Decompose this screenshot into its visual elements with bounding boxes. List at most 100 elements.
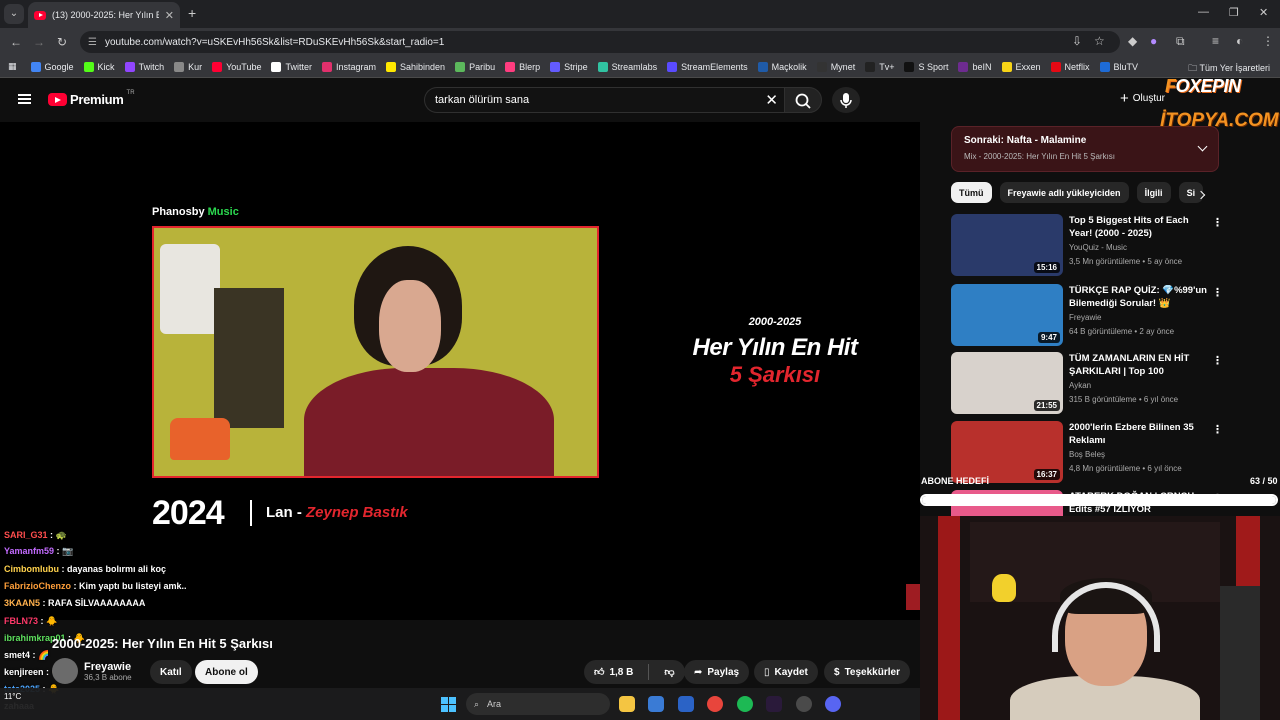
bookmark-item[interactable]: Kur (174, 61, 202, 72)
youtube-logo[interactable]: Premium TR (48, 90, 135, 107)
bookmark-item[interactable]: S Sport (904, 61, 948, 72)
video-thumbnail[interactable]: 21:55 (951, 352, 1063, 414)
bookmark-item[interactable]: Netflix (1050, 61, 1090, 72)
channel-name[interactable]: Boş Beleş (1069, 450, 1105, 459)
search-button[interactable] (784, 87, 822, 113)
chat-username[interactable]: SARI_G31 (4, 530, 48, 540)
share-button[interactable]: ➦ Paylaş (684, 660, 750, 684)
video-title-link[interactable]: 2000'lerin Ezbere Bilinen 35 Reklamı (1069, 421, 1209, 447)
discord-icon[interactable] (825, 696, 841, 712)
bookmark-item[interactable]: Twitter (271, 61, 312, 72)
chat-username[interactable]: smet4 (4, 650, 30, 660)
join-button[interactable]: Katıl (150, 660, 192, 684)
recommendation-item[interactable]: 9:47 TÜRKÇE RAP QUİZ: 💎%99'un Bilemediği … (951, 284, 1223, 346)
bookmark-item[interactable]: Stripe (550, 61, 588, 72)
subscribe-button[interactable]: Abone ol (195, 660, 258, 684)
forward-icon[interactable]: → (33, 35, 45, 49)
video-thumbnail[interactable]: 9:47 (951, 284, 1063, 346)
file-explorer-icon[interactable] (619, 696, 635, 712)
apps-grid-icon[interactable]: ▦ (8, 61, 17, 72)
bookmark-item[interactable]: Sahibinden (386, 61, 445, 72)
chat-username[interactable]: FabrizioChenzo (4, 581, 71, 591)
bookmark-item[interactable]: Tv+ (865, 61, 894, 72)
bookmark-item[interactable]: Instagram (321, 61, 376, 72)
site-info-icon[interactable]: ☰ (88, 37, 97, 48)
chat-username[interactable]: kenjireen (4, 667, 44, 677)
video-thumbnail[interactable]: 15:16 (951, 214, 1063, 276)
more-actions-icon[interactable]: ⋮ (1212, 216, 1223, 229)
recommendation-item[interactable]: 21:55 TÜM ZAMANLARIN EN HİT ŞARKILARI | T… (951, 352, 1223, 414)
dislike-button[interactable]: 👎︎ (654, 660, 684, 684)
recommendation-item[interactable]: 15:16 Top 5 Biggest Hits of Each Year! (2… (951, 214, 1223, 276)
bookmark-item[interactable]: StreamElements (667, 61, 748, 72)
voice-search-button[interactable] (832, 87, 860, 113)
spotify-icon[interactable] (737, 696, 753, 712)
more-actions-icon[interactable]: ⋮ (1212, 286, 1223, 299)
channel-name[interactable]: Freyawie (84, 661, 132, 673)
extension-purple-icon[interactable]: ● (1150, 34, 1157, 48)
bookmark-item[interactable]: beIN (958, 61, 992, 72)
chat-username[interactable]: Yamanfm59 (4, 546, 54, 556)
minimize-icon[interactable]: — (1198, 6, 1209, 18)
video-player[interactable]: Phanosby Music 2000-2025 Her Yılın En Hi… (0, 122, 920, 620)
filter-chip[interactable]: İlgili (1136, 182, 1171, 203)
bookmark-item[interactable]: Mynet (816, 61, 855, 72)
profile-avatar[interactable]: ◐ (1236, 34, 1243, 48)
more-actions-icon[interactable]: ⋮ (1212, 423, 1223, 436)
tab-search-button[interactable]: ⌄ (4, 4, 24, 24)
mail-icon[interactable] (678, 696, 694, 712)
reload-icon[interactable]: ↻ (57, 35, 67, 49)
all-bookmarks-link[interactable]: 🗀 Tüm Yer İşaretleri (1188, 61, 1270, 77)
install-icon[interactable]: ⇩ (1072, 34, 1082, 48)
recommendation-item[interactable]: 16:37 2000'lerin Ezbere Bilinen 35 Reklam… (951, 421, 1223, 483)
restore-icon[interactable]: ❐ (1229, 6, 1239, 19)
like-button[interactable]: 👍︎ 1,8 B (584, 660, 643, 684)
bookmark-item[interactable]: Twitch (124, 61, 164, 72)
close-window-icon[interactable]: ✕ (1259, 6, 1268, 19)
steam-icon[interactable] (796, 696, 812, 712)
address-bar[interactable]: ☰ youtube.com/watch?v=uSKEvHh56Sk&list=R… (80, 31, 1120, 53)
video-title-link[interactable]: TÜM ZAMANLARIN EN HİT ŞARKILARI | Top 10… (1069, 352, 1209, 378)
bookmark-item[interactable]: BluTV (1099, 61, 1138, 72)
bookmark-item[interactable]: Google (30, 61, 74, 72)
next-app-icon[interactable] (766, 696, 782, 712)
video-thumbnail[interactable]: 16:37 (951, 421, 1063, 483)
video-title-link[interactable]: TÜRKÇE RAP QUİZ: 💎%99'un Bilemediği Soru… (1069, 284, 1209, 310)
chrome-icon[interactable] (707, 696, 723, 712)
bookmark-item[interactable]: Kick (83, 61, 115, 72)
thanks-button[interactable]: $ Teşekkürler (824, 660, 910, 684)
filter-chip[interactable]: Tümü (951, 182, 992, 203)
browser-menu-icon[interactable]: ⋮ (1262, 34, 1274, 48)
extension-icon[interactable]: ◆ (1128, 34, 1137, 48)
channel-name[interactable]: Aykan (1069, 381, 1091, 390)
back-icon[interactable]: ← (10, 35, 22, 49)
chat-username[interactable]: 3KAAN5 (4, 598, 40, 608)
chat-username[interactable]: FBLN73 (4, 616, 38, 626)
channel-name[interactable]: YouQuiz - Music (1069, 243, 1127, 252)
extensions-puzzle-icon[interactable]: ⧉ (1176, 34, 1185, 49)
more-actions-icon[interactable]: ⋮ (1212, 354, 1223, 367)
bookmark-star-icon[interactable]: ☆ (1094, 34, 1105, 48)
channel-avatar[interactable] (52, 658, 78, 684)
reading-list-icon[interactable]: ≡ (1212, 34, 1219, 48)
save-button[interactable]: ▯ Kaydet (754, 660, 818, 684)
create-button[interactable]: + Oluştur (1120, 90, 1165, 107)
bookmark-item[interactable]: Paribu (455, 61, 495, 72)
chat-username[interactable]: Cimbomlubu (4, 564, 59, 574)
windows-start-icon[interactable] (441, 697, 456, 712)
bookmark-item[interactable]: Blerp (505, 61, 540, 72)
up-next-panel[interactable]: Sonraki: Nafta - Malamine Mix - 2000-202… (951, 126, 1219, 172)
filter-chip[interactable]: Freyawie adlı yükleyiciden (999, 182, 1129, 203)
clear-search-icon[interactable]: ✕ (765, 91, 778, 109)
bookmark-item[interactable]: Streamlabs (597, 61, 657, 72)
search-input[interactable]: tarkan ölürüm sana ✕ (424, 87, 786, 113)
taskbar-search[interactable]: ⌕ Ara (466, 693, 610, 715)
store-icon[interactable] (648, 696, 664, 712)
new-tab-button[interactable]: + (188, 6, 196, 20)
channel-name[interactable]: Freyawie (1069, 313, 1101, 322)
bookmark-item[interactable]: Maçkolik (757, 61, 807, 72)
browser-tab[interactable]: (13) 2000-2025: Her Yılın En Hit ✕ (28, 2, 180, 28)
bookmark-item[interactable]: YouTube (212, 61, 261, 72)
close-tab-icon[interactable]: ✕ (165, 9, 174, 22)
bookmark-item[interactable]: Exxen (1001, 61, 1041, 72)
